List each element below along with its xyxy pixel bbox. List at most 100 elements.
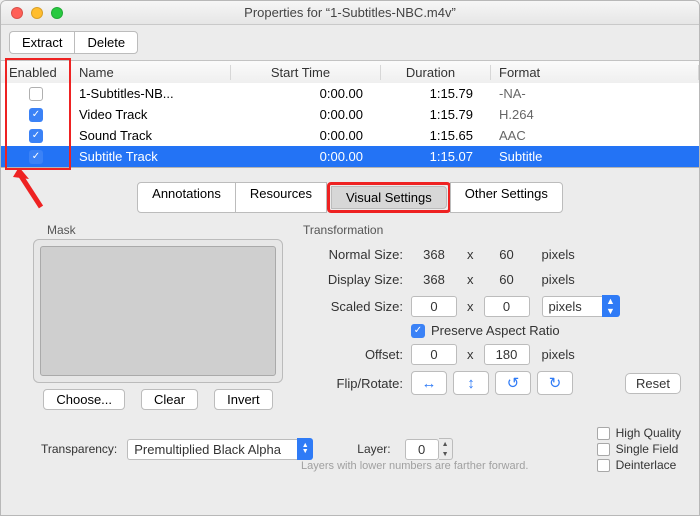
display-height: 60 (484, 270, 530, 289)
table-row[interactable]: 1-Subtitles-NB... 0:00.00 1:15.79 -NA- (1, 83, 699, 104)
chevron-updown-icon[interactable]: ▲▼ (602, 295, 620, 317)
preserve-aspect-label: Preserve Aspect Ratio (431, 323, 560, 338)
cell-format: AAC (491, 128, 699, 143)
unit-select[interactable]: pixels ▲▼ (542, 295, 620, 317)
cell-start: 0:00.00 (231, 107, 381, 122)
unit-label: pixels (530, 272, 575, 287)
properties-window: Properties for “1-Subtitles-NBC.m4v” Ext… (0, 0, 700, 516)
scaled-height-input[interactable]: 0 (484, 296, 530, 317)
rotate-ccw-button[interactable]: ↺ (495, 371, 531, 395)
tab-resources[interactable]: Resources (235, 182, 327, 213)
offset-y-input[interactable]: 180 (484, 344, 530, 365)
unit-label: pixels (530, 247, 575, 262)
dimension-x: x (457, 347, 484, 362)
flip-horizontal-button[interactable]: ↔ (411, 371, 447, 395)
unit-label: pixels (530, 347, 575, 362)
cell-name: Subtitle Track (71, 149, 231, 164)
layer-value[interactable]: 0 (405, 439, 439, 460)
tab-annotations[interactable]: Annotations (137, 182, 236, 213)
cell-format: H.264 (491, 107, 699, 122)
col-enabled[interactable]: Enabled (1, 65, 71, 80)
mask-preview (40, 246, 276, 376)
enabled-checkbox[interactable]: ✓ (29, 129, 43, 143)
col-format[interactable]: Format (491, 65, 699, 80)
extract-button[interactable]: Extract (9, 31, 74, 54)
mask-preview-frame (33, 239, 283, 383)
toolbar: Extract Delete (1, 25, 699, 60)
cell-start: 0:00.00 (231, 86, 381, 101)
mask-section: Mask Choose... Clear Invert (33, 223, 283, 410)
transformation-section: Transformation Normal Size: 368 x 60 pix… (303, 223, 681, 410)
cell-format: Subtitle (491, 149, 699, 164)
delete-button[interactable]: Delete (74, 31, 138, 54)
annotation-arrow-icon (11, 169, 61, 217)
display-size-row: Display Size: 368 x 60 pixels (303, 270, 681, 289)
mask-clear-button[interactable]: Clear (141, 389, 198, 410)
stepper-buttons[interactable]: ▲▼ (439, 438, 453, 460)
cell-duration: 1:15.65 (381, 128, 491, 143)
rotate-cw-button[interactable]: ↻ (537, 371, 573, 395)
transformation-label: Transformation (303, 223, 681, 237)
titlebar: Properties for “1-Subtitles-NBC.m4v” (1, 1, 699, 25)
high-quality-label: High Quality (616, 426, 681, 440)
high-quality-checkbox[interactable] (597, 427, 610, 440)
scaled-width-input[interactable]: 0 (411, 296, 457, 317)
cell-name: Sound Track (71, 128, 231, 143)
transparency-select[interactable]: Premultiplied Black Alpha ▲▼ (127, 438, 313, 460)
normal-size-row: Normal Size: 368 x 60 pixels (303, 245, 681, 264)
normal-size-label: Normal Size: (303, 247, 411, 262)
offset-row: Offset: 0 x 180 pixels (303, 344, 681, 365)
flip-rotate-row: Flip/Rotate: ↔ ↕ ↺ ↻ Reset (303, 371, 681, 395)
cell-name: Video Track (71, 107, 231, 122)
reset-button[interactable]: Reset (625, 373, 681, 394)
transparency-value: Premultiplied Black Alpha (127, 439, 297, 460)
mask-invert-button[interactable]: Invert (214, 389, 273, 410)
table-row[interactable]: ✓ Video Track 0:00.00 1:15.79 H.264 (1, 104, 699, 125)
scaled-size-row: Scaled Size: 0 x 0 pixels ▲▼ (303, 295, 681, 317)
dimension-x: x (457, 247, 484, 262)
normal-width: 368 (411, 245, 457, 264)
scaled-size-label: Scaled Size: (303, 299, 411, 314)
track-table: Enabled Name Start Time Duration Format … (1, 60, 699, 168)
bottom-bar: Transparency: Premultiplied Black Alpha … (1, 420, 699, 480)
offset-label: Offset: (303, 347, 411, 362)
table-header: Enabled Name Start Time Duration Format (1, 61, 699, 83)
render-options: High Quality Single Field Deinterlace (597, 426, 681, 472)
table-row[interactable]: ✓ Sound Track 0:00.00 1:15.65 AAC (1, 125, 699, 146)
transparency-label: Transparency: (41, 442, 117, 456)
cell-name: 1-Subtitles-NB... (71, 86, 231, 101)
display-width: 368 (411, 270, 457, 289)
col-duration[interactable]: Duration (381, 65, 491, 80)
table-row[interactable]: ✓ Subtitle Track 0:00.00 1:15.07 Subtitl… (1, 146, 699, 167)
layer-hint: Layers with lower numbers are farther fo… (301, 460, 528, 472)
layer-stepper[interactable]: 0 ▲▼ (405, 438, 453, 460)
display-size-label: Display Size: (303, 272, 411, 287)
cell-duration: 1:15.07 (381, 149, 491, 164)
mask-choose-button[interactable]: Choose... (43, 389, 125, 410)
flip-vertical-button[interactable]: ↕ (453, 371, 489, 395)
cell-duration: 1:15.79 (381, 86, 491, 101)
cell-start: 0:00.00 (231, 149, 381, 164)
tab-visual-settings[interactable]: Visual Settings (331, 186, 447, 209)
cell-duration: 1:15.79 (381, 107, 491, 122)
layer-label: Layer: (357, 442, 390, 456)
single-field-label: Single Field (616, 442, 679, 456)
single-field-checkbox[interactable] (597, 443, 610, 456)
normal-height: 60 (484, 245, 530, 264)
tab-bar: Annotations Resources Visual Settings Ot… (1, 182, 699, 213)
col-name[interactable]: Name (71, 65, 231, 80)
annotation-visual-settings-highlight: Visual Settings (327, 182, 451, 213)
dimension-x: x (457, 272, 484, 287)
enabled-checkbox[interactable]: ✓ (29, 150, 43, 164)
preserve-aspect-checkbox[interactable]: ✓ (411, 324, 425, 338)
preserve-aspect-row: ✓ Preserve Aspect Ratio (303, 323, 681, 338)
enabled-checkbox[interactable] (29, 87, 43, 101)
col-start[interactable]: Start Time (231, 65, 381, 80)
chevron-updown-icon[interactable]: ▲▼ (297, 438, 313, 460)
deinterlace-label: Deinterlace (616, 458, 677, 472)
offset-x-input[interactable]: 0 (411, 344, 457, 365)
enabled-checkbox[interactable]: ✓ (29, 108, 43, 122)
tab-other-settings[interactable]: Other Settings (450, 182, 563, 213)
dimension-x: x (457, 299, 484, 314)
deinterlace-checkbox[interactable] (597, 459, 610, 472)
